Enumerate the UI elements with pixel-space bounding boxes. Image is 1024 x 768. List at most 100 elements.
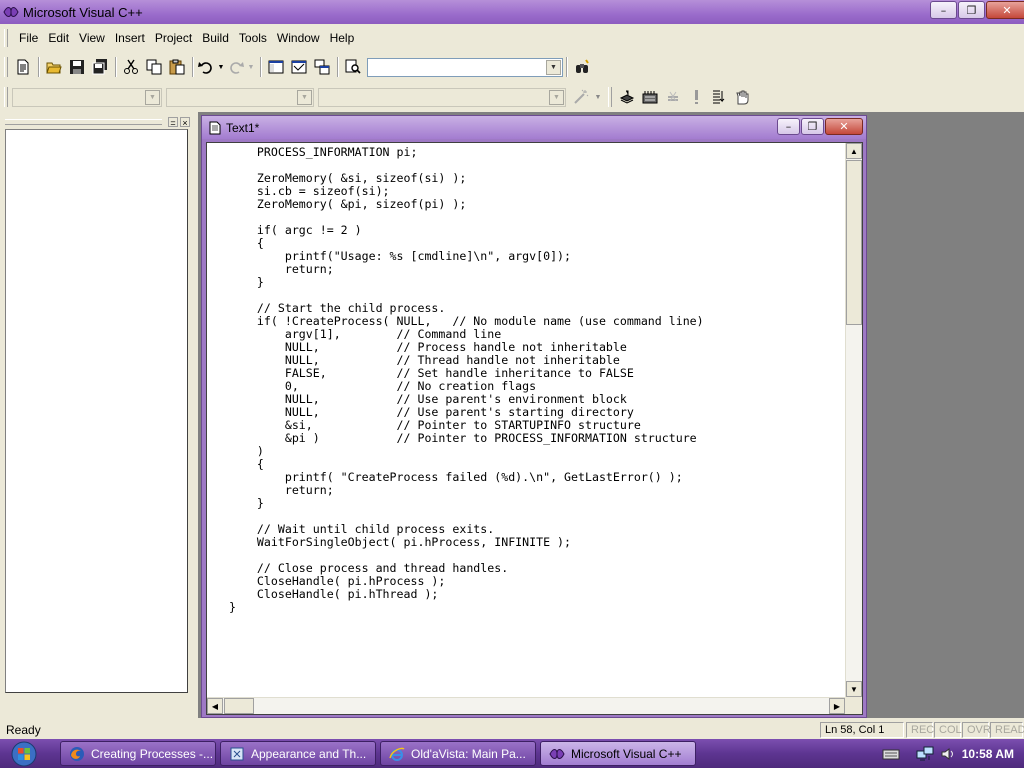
volume-icon[interactable]: [940, 746, 956, 762]
toolbar-grip[interactable]: [608, 87, 612, 107]
clock[interactable]: 10:58 AM: [962, 747, 1014, 761]
app-title-bar[interactable]: Microsoft Visual C++ – ❐ ✕: [0, 0, 1024, 24]
doc-maximize-button[interactable]: ❐: [801, 118, 824, 135]
taskbar-button-appearance[interactable]: Appearance and Th...: [220, 741, 376, 766]
exclamation-icon: [695, 90, 698, 104]
window-list-button[interactable]: [311, 56, 333, 78]
redo-button[interactable]: [227, 56, 245, 78]
wizard-actions-button[interactable]: [570, 86, 592, 108]
build-button[interactable]: [639, 86, 661, 108]
stop-build-button[interactable]: [662, 86, 684, 108]
minimize-button[interactable]: –: [930, 1, 957, 19]
menu-window[interactable]: Window: [272, 29, 325, 47]
vertical-scroll-thumb[interactable]: [846, 160, 862, 325]
visual-cpp-icon: [3, 7, 19, 17]
pane-close-button[interactable]: ×: [180, 117, 190, 128]
taskbar-button-internet-explorer[interactable]: Old'aVista: Main Pa...: [380, 741, 536, 766]
members-combo[interactable]: ▼: [318, 87, 566, 107]
toolbar-separator: [115, 57, 117, 77]
taskbar-button-visual-cpp[interactable]: Microsoft Visual C++: [540, 741, 696, 766]
chevron-down-icon[interactable]: ▼: [297, 89, 312, 105]
menu-tools[interactable]: Tools: [234, 29, 272, 47]
undo-button[interactable]: [197, 56, 215, 78]
taskbar-button-label: Appearance and Th...: [251, 746, 367, 761]
taskbar-button-firefox[interactable]: Creating Processes -...: [60, 741, 216, 766]
find-in-files-button[interactable]: [342, 56, 364, 78]
code-line[interactable]: ZeroMemory( &pi, sizeof(pi) );: [229, 198, 847, 211]
code-text[interactable]: PROCESS_INFORMATION pi; ZeroMemory( &si,…: [229, 146, 847, 694]
doc-close-button[interactable]: ✕: [825, 118, 863, 135]
pane-restore-button[interactable]: =: [168, 117, 178, 128]
document-title-bar[interactable]: Text1* – ❐ ✕: [202, 116, 866, 139]
workspace-tree[interactable]: [5, 129, 188, 693]
code-line[interactable]: WaitForSingleObject( pi.hProcess, INFINI…: [229, 536, 847, 549]
code-line[interactable]: }: [229, 276, 847, 289]
filter-combo[interactable]: ▼: [166, 87, 314, 107]
code-line[interactable]: return;: [229, 263, 847, 276]
start-button[interactable]: [4, 740, 44, 767]
menu-view[interactable]: View: [74, 29, 110, 47]
menu-edit[interactable]: Edit: [43, 29, 74, 47]
chevron-down-icon[interactable]: ▼: [546, 59, 561, 75]
vertical-scrollbar[interactable]: ▲ ▼: [845, 143, 862, 697]
workspace-pane-header[interactable]: = ×: [5, 116, 190, 128]
code-line[interactable]: PROCESS_INFORMATION pi;: [229, 146, 847, 159]
menu-help[interactable]: Help: [325, 29, 360, 47]
wizard-actions-dropdown[interactable]: ▼: [593, 86, 603, 108]
chevron-down-icon[interactable]: ▼: [549, 89, 564, 105]
toolbar-grip[interactable]: [4, 57, 8, 77]
workspace-button[interactable]: [265, 56, 287, 78]
pane-grip[interactable]: [5, 119, 162, 125]
window-list-icon: [314, 59, 330, 75]
find-combo[interactable]: ▼: [367, 57, 563, 77]
insert-breakpoint-button[interactable]: [731, 86, 753, 108]
toolbar-grip[interactable]: [4, 87, 8, 107]
code-line[interactable]: if( argc != 2 ): [229, 224, 847, 237]
chevron-down-icon[interactable]: ▼: [145, 89, 160, 105]
cut-button[interactable]: [120, 56, 142, 78]
undo-dropdown[interactable]: ▼: [216, 56, 226, 78]
paste-button[interactable]: [166, 56, 188, 78]
menu-file[interactable]: File: [14, 29, 43, 47]
code-editor[interactable]: PROCESS_INFORMATION pi; ZeroMemory( &si,…: [206, 142, 863, 715]
menu-build[interactable]: Build: [197, 29, 234, 47]
status-bar: Ready Ln 58, Col 1 REC COL OVR READ: [0, 720, 1024, 740]
code-line[interactable]: &pi ) // Pointer to PROCESS_INFORMATION …: [229, 432, 847, 445]
compile-icon: [619, 90, 635, 104]
code-line[interactable]: CloseHandle( pi.hThread );: [229, 588, 847, 601]
class-combo[interactable]: ▼: [12, 87, 162, 107]
scroll-right-button[interactable]: ▶: [829, 698, 845, 714]
code-line[interactable]: }: [229, 497, 847, 510]
scroll-left-button[interactable]: ◀: [207, 698, 223, 714]
close-button[interactable]: ✕: [986, 1, 1024, 19]
execute-button[interactable]: [685, 86, 707, 108]
find-button[interactable]: [571, 56, 593, 78]
save-all-button[interactable]: [89, 56, 111, 78]
horizontal-scrollbar[interactable]: ◀ ▶: [207, 697, 845, 714]
menu-insert[interactable]: Insert: [110, 29, 150, 47]
scroll-down-button[interactable]: ▼: [846, 681, 862, 697]
save-button[interactable]: [66, 56, 88, 78]
horizontal-scroll-thumb[interactable]: [224, 698, 254, 714]
standard-toolbar: ▼ ▼ ▼: [0, 53, 620, 81]
compile-button[interactable]: [616, 86, 638, 108]
new-text-file-button[interactable]: [12, 56, 34, 78]
doc-minimize-button[interactable]: –: [777, 118, 800, 135]
output-button[interactable]: [288, 56, 310, 78]
code-line[interactable]: return;: [229, 484, 847, 497]
keyboard-icon[interactable]: [882, 747, 900, 761]
code-line[interactable]: }: [229, 601, 847, 614]
open-button[interactable]: [43, 56, 65, 78]
go-button[interactable]: [708, 86, 730, 108]
menu-bar-grip[interactable]: [4, 29, 8, 47]
windows-orb-icon: [11, 741, 37, 766]
redo-dropdown[interactable]: ▼: [246, 56, 256, 78]
copy-icon: [146, 59, 162, 75]
copy-button[interactable]: [143, 56, 165, 78]
code-line[interactable]: ): [229, 445, 847, 458]
network-icon[interactable]: [916, 746, 934, 762]
scroll-up-button[interactable]: ▲: [846, 143, 862, 159]
restore-button[interactable]: ❐: [958, 1, 985, 19]
arrow-right-icon: ▶: [833, 701, 841, 711]
menu-project[interactable]: Project: [150, 29, 197, 47]
